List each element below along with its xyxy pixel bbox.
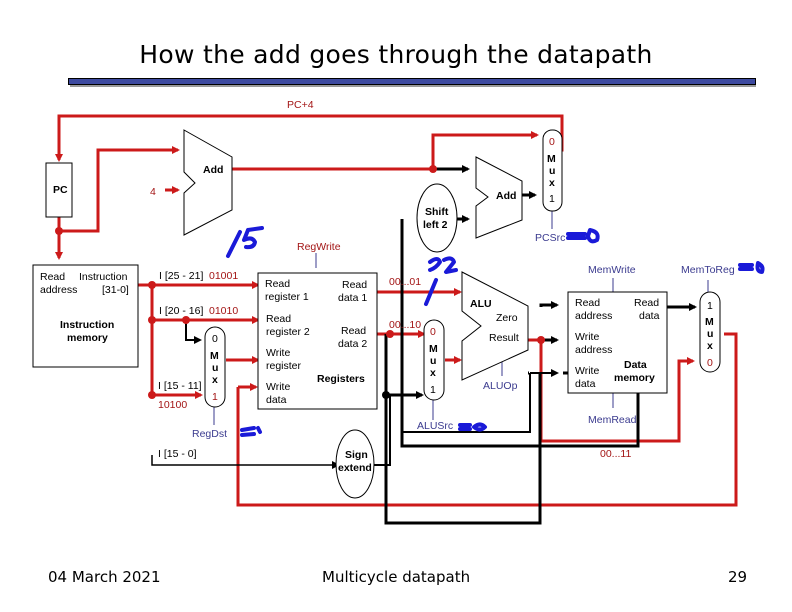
sign-extend-label-2: extend bbox=[338, 462, 372, 474]
read-data-2-value: 00...10 bbox=[389, 319, 421, 331]
read-register-1-label: Read bbox=[265, 278, 290, 290]
footer-date: 04 March 2021 bbox=[48, 568, 161, 586]
imm-bits-label: I [15 - 0] bbox=[158, 448, 197, 460]
read-data-1-label-2: data 1 bbox=[338, 292, 367, 304]
pc-adder-label: Add bbox=[203, 164, 223, 176]
rs-bits-label: I [25 - 21] bbox=[159, 270, 203, 282]
rs-value: 01001 bbox=[209, 270, 238, 282]
dmem-read-address-label-2: address bbox=[575, 310, 612, 322]
write-register-label-2: register bbox=[266, 360, 302, 372]
hand-memtoreg-eq0 bbox=[738, 261, 765, 274]
hand-digits-32 bbox=[428, 256, 458, 274]
alu-result-value: 00...11 bbox=[600, 448, 631, 460]
pc-mux-input1: 1 bbox=[549, 193, 555, 205]
alusrc-mux-input1: 1 bbox=[430, 384, 436, 396]
regdst-mux-input1: 1 bbox=[212, 391, 218, 403]
hand-pcsrc-eq0 bbox=[566, 228, 600, 244]
pc-label: PC bbox=[53, 184, 68, 196]
pc-adder bbox=[183, 129, 233, 236]
regdst-mux-x: x bbox=[212, 374, 218, 386]
read-register-2-label-2: register 2 bbox=[266, 326, 310, 338]
alusrc-mux-u: u bbox=[430, 355, 436, 367]
alu bbox=[461, 271, 529, 381]
footer-title: Multicycle datapath bbox=[322, 568, 471, 586]
hand-slash-15 bbox=[226, 230, 242, 258]
dmem-name-2: memory bbox=[614, 372, 655, 384]
alu-result-label: Result bbox=[489, 332, 519, 344]
imem-address-label: address bbox=[40, 284, 77, 296]
write-data-label: Write bbox=[266, 381, 290, 393]
memtoreg-mux-m: M bbox=[705, 316, 714, 328]
read-data-2-label-2: data 2 bbox=[338, 338, 367, 350]
read-register-1-label-2: register 1 bbox=[265, 291, 309, 303]
write-register-label: Write bbox=[266, 347, 290, 359]
read-data-1-value: 00...01 bbox=[389, 276, 421, 288]
datapath-diagram: PC Add 4 PC+4 Shift left 2 Add 0 M u x 1… bbox=[32, 99, 765, 525]
pc-mux-x: x bbox=[549, 177, 555, 189]
read-data-1-label: Read bbox=[342, 279, 367, 291]
rt-bits-label: I [20 - 16] bbox=[159, 305, 203, 317]
alu-zero-label: Zero bbox=[496, 312, 518, 324]
pc-mux-u: u bbox=[549, 165, 555, 177]
read-data-2-label: Read bbox=[341, 325, 366, 337]
memtoreg-label: MemToReg bbox=[681, 264, 735, 276]
regdst-mux-m: M bbox=[210, 350, 219, 362]
regdst-mux-input0: 0 bbox=[212, 333, 218, 345]
dmem-write-data-label: Write bbox=[575, 365, 599, 377]
imem-name-1: Instruction bbox=[60, 319, 114, 331]
memread-label: MemRead bbox=[588, 414, 637, 426]
constant-four: 4 bbox=[150, 186, 156, 198]
memtoreg-mux-u: u bbox=[707, 328, 713, 340]
pc-mux-m: M bbox=[547, 153, 556, 165]
regdst-label: RegDst bbox=[192, 428, 227, 440]
shift-left-label-1: Shift bbox=[425, 206, 449, 218]
hand-alusrc-eq0 bbox=[458, 422, 487, 432]
wire-pc-plus-4-loop bbox=[55, 114, 564, 162]
memtoreg-mux-input0: 0 bbox=[707, 357, 713, 369]
imem-instruction-label: Instruction bbox=[79, 271, 128, 283]
memtoreg-mux-input1: 1 bbox=[707, 300, 713, 312]
hand-digit-5 bbox=[242, 226, 264, 250]
wire-pc-to-add bbox=[59, 146, 180, 233]
dmem-read-data-label-2: data bbox=[639, 310, 660, 322]
dmem-read-address-label: Read bbox=[575, 297, 600, 309]
branch-adder-label: Add bbox=[496, 190, 516, 202]
alusrc-mux-input0: 0 bbox=[430, 326, 436, 338]
alusrc-mux-m: M bbox=[429, 343, 438, 355]
memwrite-label: MemWrite bbox=[588, 264, 636, 276]
rd-value: 10100 bbox=[158, 399, 187, 411]
imem-bits-label: [31-0] bbox=[102, 284, 129, 296]
aluop-label: ALUOp bbox=[483, 380, 518, 392]
imem-read-label: Read bbox=[40, 271, 65, 283]
pc-mux-input0: 0 bbox=[549, 136, 555, 148]
rt-value: 01010 bbox=[209, 305, 238, 317]
hand-regdst-eq1 bbox=[240, 426, 262, 437]
rd-bits-label: I [15 - 11] bbox=[158, 380, 202, 392]
regdst-mux-u: u bbox=[212, 362, 218, 374]
pcsrc-label: PCSrc bbox=[535, 232, 565, 244]
dmem-name-1: Data bbox=[624, 359, 647, 371]
registers-name: Registers bbox=[317, 373, 365, 385]
dmem-read-data-label: Read bbox=[634, 297, 659, 309]
read-register-2-label: Read bbox=[266, 313, 291, 325]
alusrc-mux-x: x bbox=[430, 367, 436, 379]
dmem-write-data-label-2: data bbox=[575, 378, 596, 390]
sign-extend-label-1: Sign bbox=[345, 449, 368, 461]
memtoreg-mux-x: x bbox=[707, 340, 713, 352]
dmem-write-address-label-2: address bbox=[575, 344, 612, 356]
shift-left-2 bbox=[416, 183, 458, 253]
pc-plus-4-label: PC+4 bbox=[287, 99, 314, 111]
alusrc-label: ALUSrc bbox=[417, 420, 453, 432]
imem-name-2: memory bbox=[67, 332, 108, 344]
alu-label: ALU bbox=[470, 298, 492, 310]
regwrite-label: RegWrite bbox=[297, 241, 341, 253]
dmem-write-address-label: Write bbox=[575, 331, 599, 343]
shift-left-label-2: left 2 bbox=[423, 219, 448, 231]
page-number: 29 bbox=[728, 568, 748, 586]
write-data-label-2: data bbox=[266, 394, 287, 406]
